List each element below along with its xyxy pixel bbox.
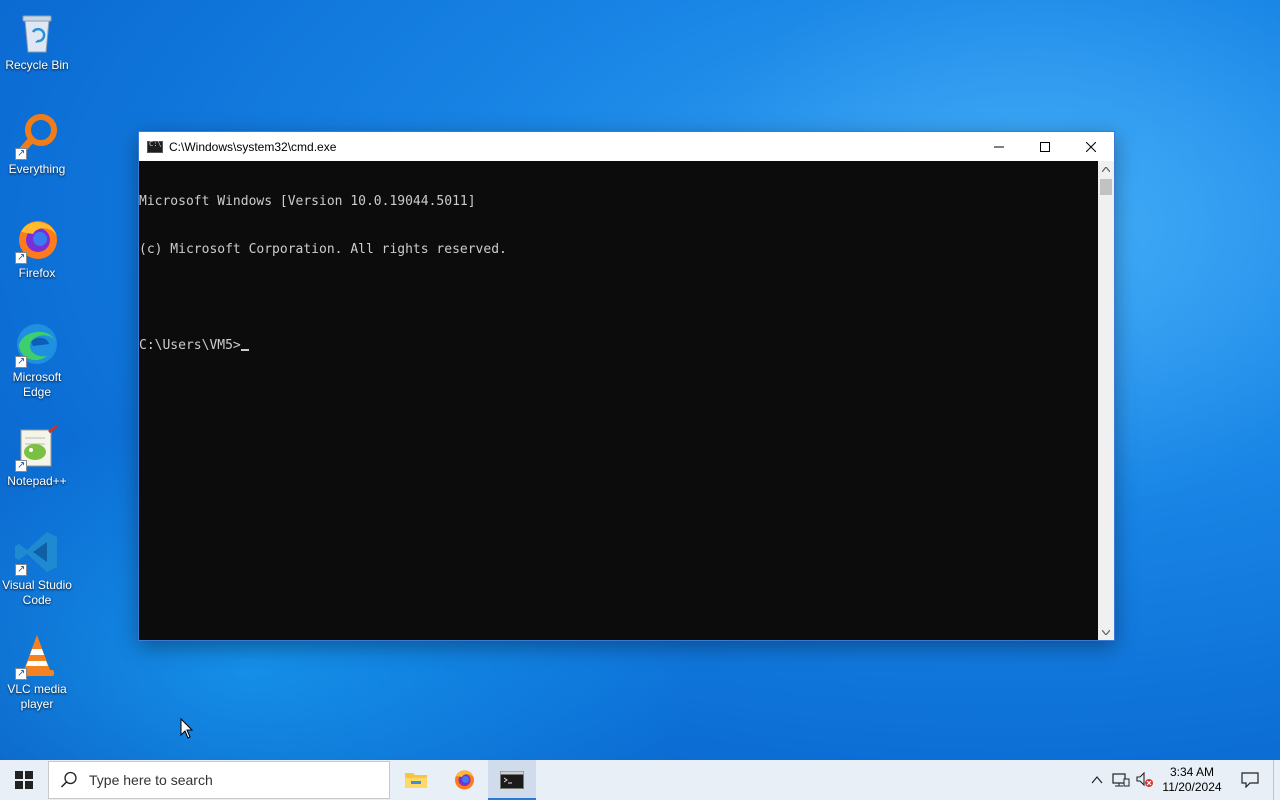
desktop: Recycle Bin Everything Firefox (0, 0, 1280, 760)
shortcut-arrow-icon (15, 146, 27, 161)
console-line: (c) Microsoft Corporation. All rights re… (139, 242, 507, 257)
desktop-icon-everything[interactable]: Everything (2, 112, 72, 177)
notepadpp-icon (13, 424, 61, 473)
maximize-icon (1040, 141, 1050, 152)
volume-muted-icon (1136, 772, 1153, 787)
firefox-icon (455, 770, 474, 790)
close-icon (1086, 141, 1096, 152)
cmd-icon (500, 771, 524, 789)
desktop-icon-recycle-bin[interactable]: Recycle Bin (2, 8, 72, 73)
show-desktop-button[interactable] (1273, 760, 1280, 800)
file-explorer-icon (405, 773, 427, 788)
taskbar-firefox[interactable] (440, 760, 488, 800)
mouse-pointer-icon (180, 718, 194, 739)
everything-search-icon (13, 112, 61, 161)
desktop-icon-label: Everything (8, 162, 66, 176)
scroll-up-button[interactable] (1098, 161, 1114, 177)
notification-icon (1241, 772, 1259, 788)
clock-date: 11/20/2024 (1162, 780, 1222, 794)
taskbar-search-box[interactable]: Type here to search (48, 761, 390, 799)
desktop-icon-label: Visual Studio Code (2, 578, 72, 607)
vertical-scrollbar[interactable] (1098, 161, 1114, 640)
desktop-icon-label: VLC media player (7, 682, 67, 711)
taskbar: Type here to search 3:34 AM 11/20/2024 (0, 760, 1280, 800)
vlc-icon (13, 632, 61, 681)
chevron-up-icon (1102, 166, 1110, 172)
system-tray: 3:34 AM 11/20/2024 (1085, 760, 1280, 800)
shortcut-arrow-icon (15, 666, 27, 681)
taskbar-command-prompt[interactable] (488, 760, 536, 800)
shortcut-arrow-icon (15, 250, 27, 265)
clock-time: 3:34 AM (1169, 765, 1215, 779)
console-prompt-line[interactable]: C:\Users\VM5> (139, 338, 1098, 354)
desktop-icon-label: Recycle Bin (5, 58, 69, 72)
scroll-down-button[interactable] (1098, 624, 1114, 640)
console-prompt: C:\Users\VM5> (139, 338, 241, 353)
cmd-icon (147, 140, 163, 153)
console-line: Microsoft Windows [Version 10.0.19044.50… (139, 194, 476, 209)
text-cursor (240, 349, 249, 351)
desktop-icon-vlc[interactable]: VLC media player (2, 632, 72, 712)
start-button[interactable] (0, 760, 48, 800)
console-output[interactable]: Microsoft Windows [Version 10.0.19044.50… (139, 161, 1098, 640)
scrollbar-thumb[interactable] (1100, 179, 1112, 195)
edge-icon (13, 320, 61, 369)
close-button[interactable] (1068, 132, 1114, 161)
recycle-bin-icon (13, 8, 61, 56)
chevron-down-icon (1102, 629, 1110, 635)
desktop-icon-notepadpp[interactable]: Notepad++ (2, 424, 72, 489)
cmd-window-title: C:\Windows\system32\cmd.exe (169, 139, 337, 154)
minimize-button[interactable] (976, 132, 1022, 161)
windows-logo-icon (15, 771, 33, 789)
volume-button[interactable] (1133, 760, 1157, 800)
maximize-button[interactable] (1022, 132, 1068, 161)
action-center-button[interactable] (1227, 760, 1273, 800)
desktop-icon-edge[interactable]: Microsoft Edge (2, 320, 72, 400)
desktop-icon-label: Microsoft Edge (12, 370, 62, 399)
network-button[interactable] (1109, 760, 1133, 800)
desktop-icon-vscode[interactable]: Visual Studio Code (2, 528, 72, 608)
show-hidden-icons-button[interactable] (1085, 760, 1109, 800)
desktop-icon-label: Notepad++ (7, 474, 67, 488)
search-placeholder: Type here to search (89, 772, 213, 788)
taskbar-clock[interactable]: 3:34 AM 11/20/2024 (1157, 765, 1227, 795)
cmd-window[interactable]: C:\Windows\system32\cmd.exe Microsoft Wi… (138, 131, 1115, 641)
firefox-icon (13, 216, 61, 265)
minimize-icon (994, 146, 1004, 147)
cmd-titlebar[interactable]: C:\Windows\system32\cmd.exe (139, 132, 1114, 161)
network-icon (1112, 773, 1130, 787)
search-icon (49, 771, 89, 789)
shortcut-arrow-icon (15, 458, 27, 473)
desktop-icon-label: Firefox (18, 266, 56, 280)
desktop-icon-firefox[interactable]: Firefox (2, 216, 72, 281)
shortcut-arrow-icon (15, 354, 27, 369)
shortcut-arrow-icon (15, 562, 27, 577)
vscode-icon (13, 528, 61, 577)
taskbar-file-explorer[interactable] (392, 760, 440, 800)
chevron-up-icon (1091, 776, 1103, 784)
